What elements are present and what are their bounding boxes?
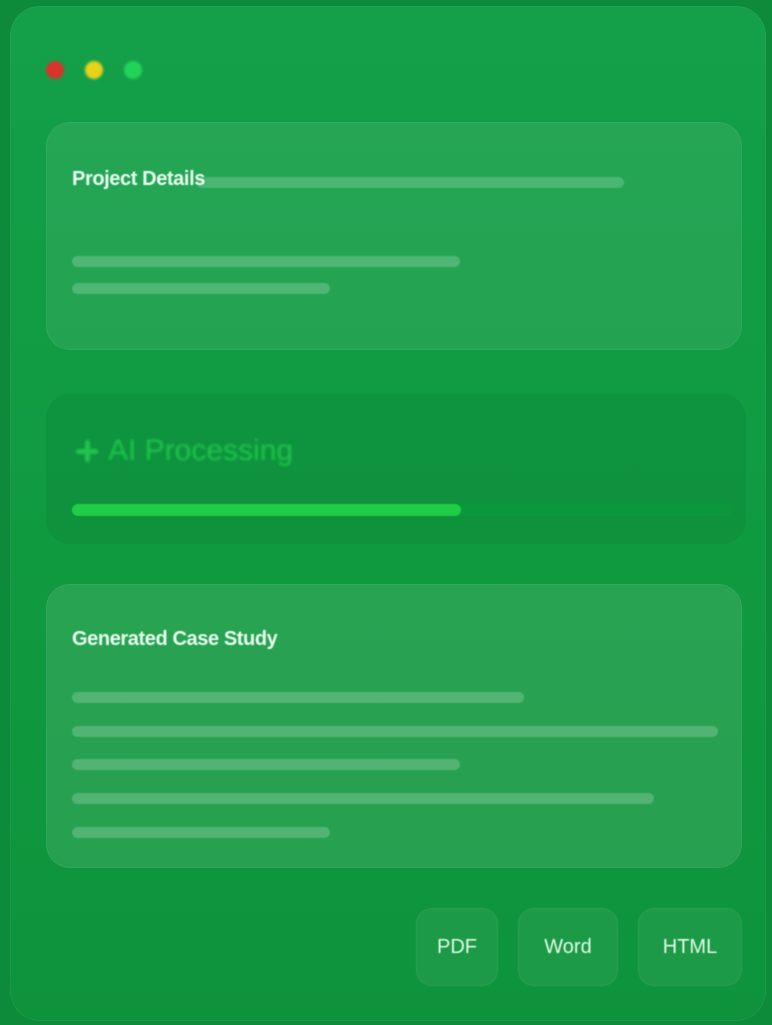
content-line <box>72 759 460 770</box>
minimize-button[interactable] <box>85 61 103 79</box>
sparkle-icon <box>76 440 98 462</box>
placeholder-line <box>196 177 624 188</box>
progress-bar-fill <box>72 504 462 516</box>
processing-label: AI Processing <box>108 434 294 467</box>
placeholder-line <box>72 256 460 267</box>
app-window: Project Details AI Processing Generated … <box>10 6 766 1021</box>
content-line <box>72 692 524 703</box>
processing-panel: AI Processing <box>46 394 746 544</box>
processing-status: AI Processing <box>76 434 293 468</box>
project-details-card: Project Details <box>46 122 742 350</box>
window-controls <box>46 61 142 79</box>
export-pdf-button[interactable]: PDF <box>416 908 498 986</box>
content-line <box>72 827 330 838</box>
content-line <box>72 726 718 737</box>
case-study-card: Generated Case Study <box>46 584 742 868</box>
project-details-title: Project Details <box>72 168 205 190</box>
close-button[interactable] <box>46 61 64 79</box>
case-study-title: Generated Case Study <box>72 628 278 650</box>
export-word-button[interactable]: Word <box>518 908 618 986</box>
export-html-button[interactable]: HTML <box>638 908 742 986</box>
content-line <box>72 793 654 804</box>
progress-bar <box>72 504 732 516</box>
maximize-button[interactable] <box>124 61 142 79</box>
placeholder-line <box>72 283 330 294</box>
